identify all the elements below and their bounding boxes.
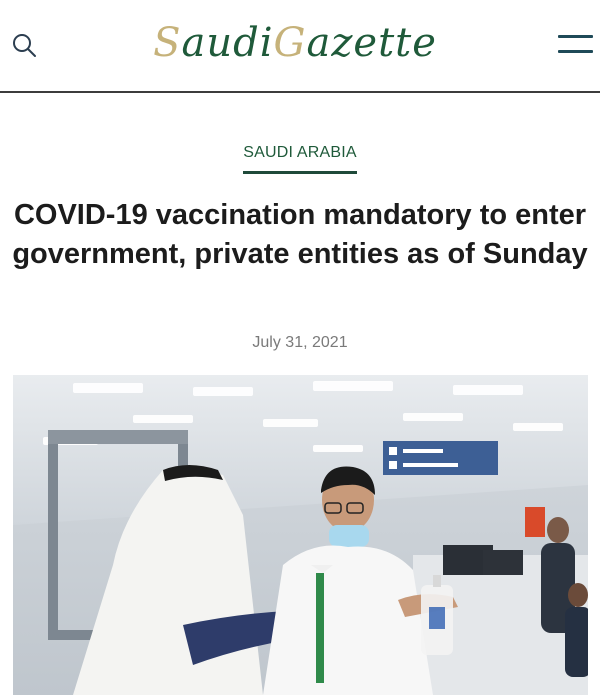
article-date: July 31, 2021 xyxy=(252,334,348,351)
category-container: SAUDI ARABIA xyxy=(0,144,600,174)
article-photo xyxy=(13,375,588,695)
logo-text-azette: azette xyxy=(306,20,437,66)
category-link[interactable]: SAUDI ARABIA xyxy=(243,144,357,174)
menu-bar-bottom xyxy=(558,50,593,53)
site-logo[interactable]: Saudi Gazette xyxy=(153,12,436,74)
site-header: Saudi Gazette xyxy=(0,0,600,93)
search-icon xyxy=(13,34,36,57)
article-headline: COVID-19 vaccination mandatory to enter … xyxy=(12,199,588,270)
search-button[interactable] xyxy=(10,31,40,59)
logo-text-audi: audi xyxy=(181,20,274,66)
logo-letter-g: G xyxy=(273,20,307,66)
hamburger-menu-button[interactable] xyxy=(558,33,594,57)
menu-bar-top xyxy=(558,35,593,38)
photo-illustration xyxy=(13,375,588,695)
logo-letter-s: S xyxy=(153,20,182,66)
